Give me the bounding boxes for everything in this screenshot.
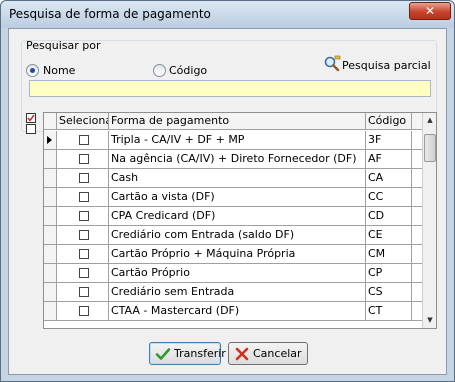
select-cell[interactable] bbox=[57, 188, 109, 206]
forma-cell[interactable]: Cartão a vista (DF) bbox=[109, 188, 366, 206]
select-cell[interactable] bbox=[57, 264, 109, 282]
table-row[interactable]: Cartão Próprio CP bbox=[44, 264, 424, 283]
cancelar-button[interactable]: Cancelar bbox=[228, 342, 308, 365]
cancel-x-icon bbox=[235, 347, 249, 361]
partial-search-label[interactable]: Pesquisa parcial bbox=[342, 59, 431, 72]
forma-cell[interactable]: CTAA - Mastercard (DF) bbox=[109, 302, 366, 320]
select-cell[interactable] bbox=[57, 245, 109, 263]
column-header-forma[interactable]: Forma de pagamento bbox=[109, 113, 366, 130]
table-row[interactable]: CTAA - Mastercard (DF) CT bbox=[44, 302, 424, 321]
radio-codigo-label[interactable]: Código bbox=[169, 64, 207, 77]
row-indicator bbox=[44, 169, 57, 187]
close-button[interactable]: ✕ bbox=[409, 2, 451, 20]
codigo-cell[interactable]: 3F bbox=[366, 131, 412, 149]
row-checkbox[interactable] bbox=[79, 287, 89, 297]
row-indicator bbox=[44, 226, 57, 244]
select-cell[interactable] bbox=[57, 169, 109, 187]
select-cell[interactable] bbox=[57, 302, 109, 320]
column-header-selecionar[interactable]: Selecionar bbox=[57, 113, 109, 130]
scroll-down-icon[interactable]: ▼ bbox=[423, 313, 436, 327]
codigo-cell[interactable]: CM bbox=[366, 245, 412, 263]
table-row[interactable]: Tripla - CA/IV + DF + MP 3F bbox=[44, 131, 424, 150]
table-row[interactable]: Cartão a vista (DF) CC bbox=[44, 188, 424, 207]
row-indicator bbox=[44, 188, 57, 206]
row-checkbox[interactable] bbox=[79, 230, 89, 240]
row-checkbox[interactable] bbox=[79, 249, 89, 259]
row-indicator bbox=[44, 302, 57, 320]
row-checkbox[interactable] bbox=[79, 192, 89, 202]
table-row[interactable]: Na agência (CA/IV) + Direto Fornecedor (… bbox=[44, 150, 424, 169]
row-checkbox[interactable] bbox=[79, 154, 89, 164]
forma-cell[interactable]: Crediário sem Entrada bbox=[109, 283, 366, 301]
row-indicator bbox=[44, 131, 57, 149]
partial-search-icon[interactable] bbox=[323, 55, 341, 73]
table-row[interactable]: CPA Credicard (DF) CD bbox=[44, 207, 424, 226]
search-group-label: Pesquisar por bbox=[26, 39, 101, 52]
deselect-all-icon[interactable] bbox=[26, 124, 37, 135]
payment-grid: Selecionar Forma de pagamento Código Tri… bbox=[43, 112, 437, 329]
scroll-thumb[interactable] bbox=[424, 134, 436, 162]
row-indicator bbox=[44, 150, 57, 168]
select-cell[interactable] bbox=[57, 283, 109, 301]
select-cell[interactable] bbox=[57, 131, 109, 149]
row-checkbox[interactable] bbox=[79, 306, 89, 316]
codigo-cell[interactable]: CS bbox=[366, 283, 412, 301]
radio-nome-label[interactable]: Nome bbox=[43, 64, 75, 77]
vertical-scrollbar[interactable]: ▲ ▼ bbox=[422, 113, 436, 328]
grid-header: Selecionar Forma de pagamento Código bbox=[44, 113, 424, 130]
close-icon: ✕ bbox=[424, 4, 436, 18]
forma-cell[interactable]: Tripla - CA/IV + DF + MP bbox=[109, 131, 366, 149]
radio-codigo[interactable] bbox=[153, 64, 166, 77]
table-row[interactable]: Cartão Próprio + Máquina Própria CM bbox=[44, 245, 424, 264]
row-indicator bbox=[44, 264, 57, 282]
codigo-cell[interactable]: AF bbox=[366, 150, 412, 168]
select-all-icon[interactable] bbox=[26, 113, 37, 124]
codigo-cell[interactable]: CE bbox=[366, 226, 412, 244]
table-row[interactable]: Crediário sem Entrada CS bbox=[44, 283, 424, 302]
row-checkbox[interactable] bbox=[79, 211, 89, 221]
title-bar[interactable]: Pesquisa de forma de pagamento ✕ bbox=[1, 1, 454, 28]
column-header-codigo[interactable]: Código bbox=[366, 113, 412, 130]
dialog-body: Pesquisar por Nome Código Pesquisa parci… bbox=[8, 28, 447, 375]
codigo-cell[interactable]: CD bbox=[366, 207, 412, 225]
dialog-window: Pesquisa de forma de pagamento ✕ Pesquis… bbox=[0, 0, 455, 382]
select-cell[interactable] bbox=[57, 207, 109, 225]
search-input[interactable] bbox=[29, 80, 431, 97]
table-row[interactable]: Cash CA bbox=[44, 169, 424, 188]
forma-cell[interactable]: Crediário com Entrada (saldo DF) bbox=[109, 226, 366, 244]
forma-cell[interactable]: CPA Credicard (DF) bbox=[109, 207, 366, 225]
row-checkbox[interactable] bbox=[79, 135, 89, 145]
indicator-header bbox=[44, 113, 57, 130]
row-checkbox[interactable] bbox=[79, 268, 89, 278]
forma-cell[interactable]: Cash bbox=[109, 169, 366, 187]
current-row-icon bbox=[47, 136, 52, 144]
row-indicator bbox=[44, 283, 57, 301]
cancelar-label: Cancelar bbox=[253, 347, 302, 360]
codigo-cell[interactable]: CP bbox=[366, 264, 412, 282]
select-cell[interactable] bbox=[57, 150, 109, 168]
codigo-cell[interactable]: CC bbox=[366, 188, 412, 206]
table-row[interactable]: Crediário com Entrada (saldo DF) CE bbox=[44, 226, 424, 245]
checkmark-icon bbox=[155, 348, 171, 360]
row-indicator bbox=[44, 207, 57, 225]
radio-nome[interactable] bbox=[26, 64, 39, 77]
forma-cell[interactable]: Cartão Próprio bbox=[109, 264, 366, 282]
codigo-cell[interactable]: CA bbox=[366, 169, 412, 187]
codigo-cell[interactable]: CT bbox=[366, 302, 412, 320]
row-indicator bbox=[44, 245, 57, 263]
scroll-up-icon[interactable]: ▲ bbox=[423, 113, 436, 127]
transferir-label: Transferir bbox=[174, 347, 226, 360]
transferir-button[interactable]: Transferir bbox=[149, 342, 226, 365]
window-title: Pesquisa de forma de pagamento bbox=[9, 7, 211, 21]
select-cell[interactable] bbox=[57, 226, 109, 244]
row-checkbox[interactable] bbox=[79, 173, 89, 183]
forma-cell[interactable]: Cartão Próprio + Máquina Própria bbox=[109, 245, 366, 263]
forma-cell[interactable]: Na agência (CA/IV) + Direto Fornecedor (… bbox=[109, 150, 366, 168]
